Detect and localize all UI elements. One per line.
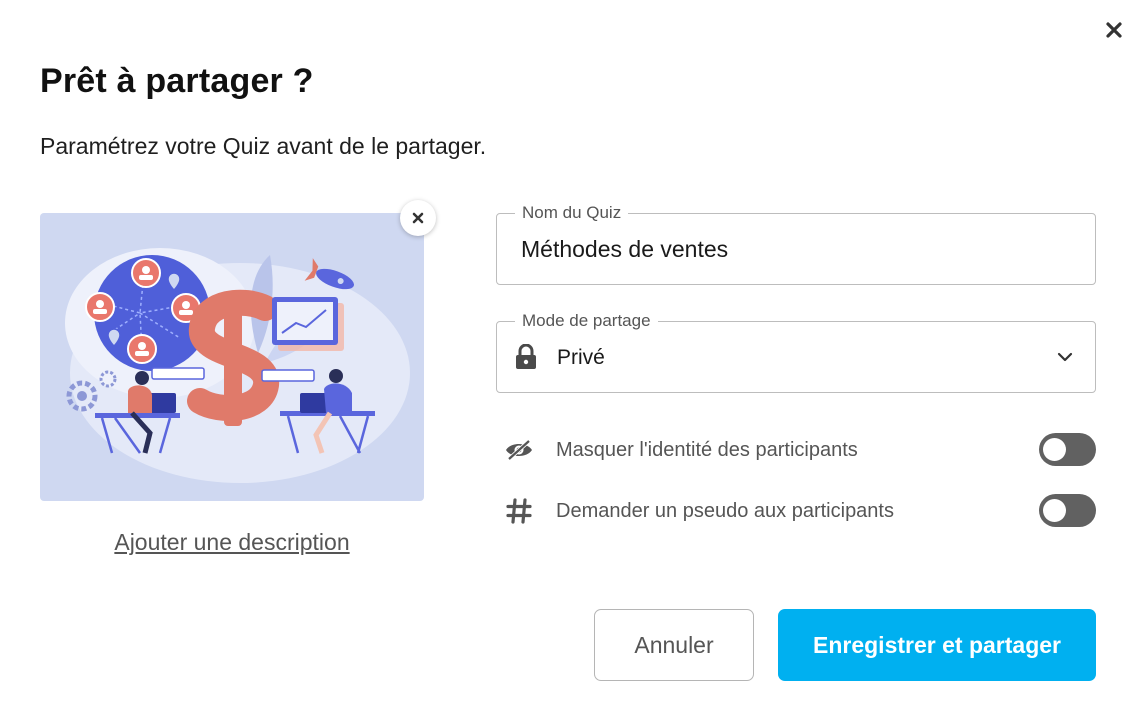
share-mode-value: Privé: [557, 346, 605, 369]
quiz-cover-image: [40, 213, 424, 501]
close-icon: [412, 212, 424, 224]
toggle-knob: [1043, 438, 1066, 461]
save-and-share-button[interactable]: Enregistrer et partager: [778, 609, 1096, 681]
option-ask-pseudo: Demander un pseudo aux participants: [496, 494, 1096, 528]
hide-identity-toggle[interactable]: [1039, 433, 1096, 466]
eye-off-icon: [504, 436, 534, 464]
add-description-link[interactable]: Ajouter une description: [40, 529, 424, 556]
option-hide-identity: Masquer l'identité des participants: [496, 433, 1096, 467]
lock-icon: [515, 343, 537, 375]
share-mode-select[interactable]: Mode de partage Privé: [496, 310, 1096, 393]
toggle-knob: [1043, 499, 1066, 522]
cancel-button[interactable]: Annuler: [594, 609, 754, 681]
close-icon: [1106, 22, 1122, 38]
ask-pseudo-toggle[interactable]: [1039, 494, 1096, 527]
dialog-subtitle: Paramétrez votre Quiz avant de le partag…: [40, 133, 487, 159]
quiz-name-input[interactable]: Méthodes de ventes: [521, 236, 728, 263]
option-label: Demander un pseudo aux participants: [556, 500, 894, 522]
hashtag-icon: [504, 497, 534, 525]
option-label: Masquer l'identité des participants: [556, 439, 858, 461]
close-dialog-button[interactable]: [1100, 16, 1128, 44]
chevron-down-icon: [1057, 350, 1073, 368]
share-mode-label: Mode de partage: [515, 310, 658, 332]
quiz-name-field[interactable]: Nom du Quiz Méthodes de ventes: [496, 202, 1096, 285]
dialog-title: Prêt à partager ?: [40, 62, 314, 100]
remove-image-button[interactable]: [400, 200, 436, 236]
quiz-name-label: Nom du Quiz: [515, 202, 629, 224]
